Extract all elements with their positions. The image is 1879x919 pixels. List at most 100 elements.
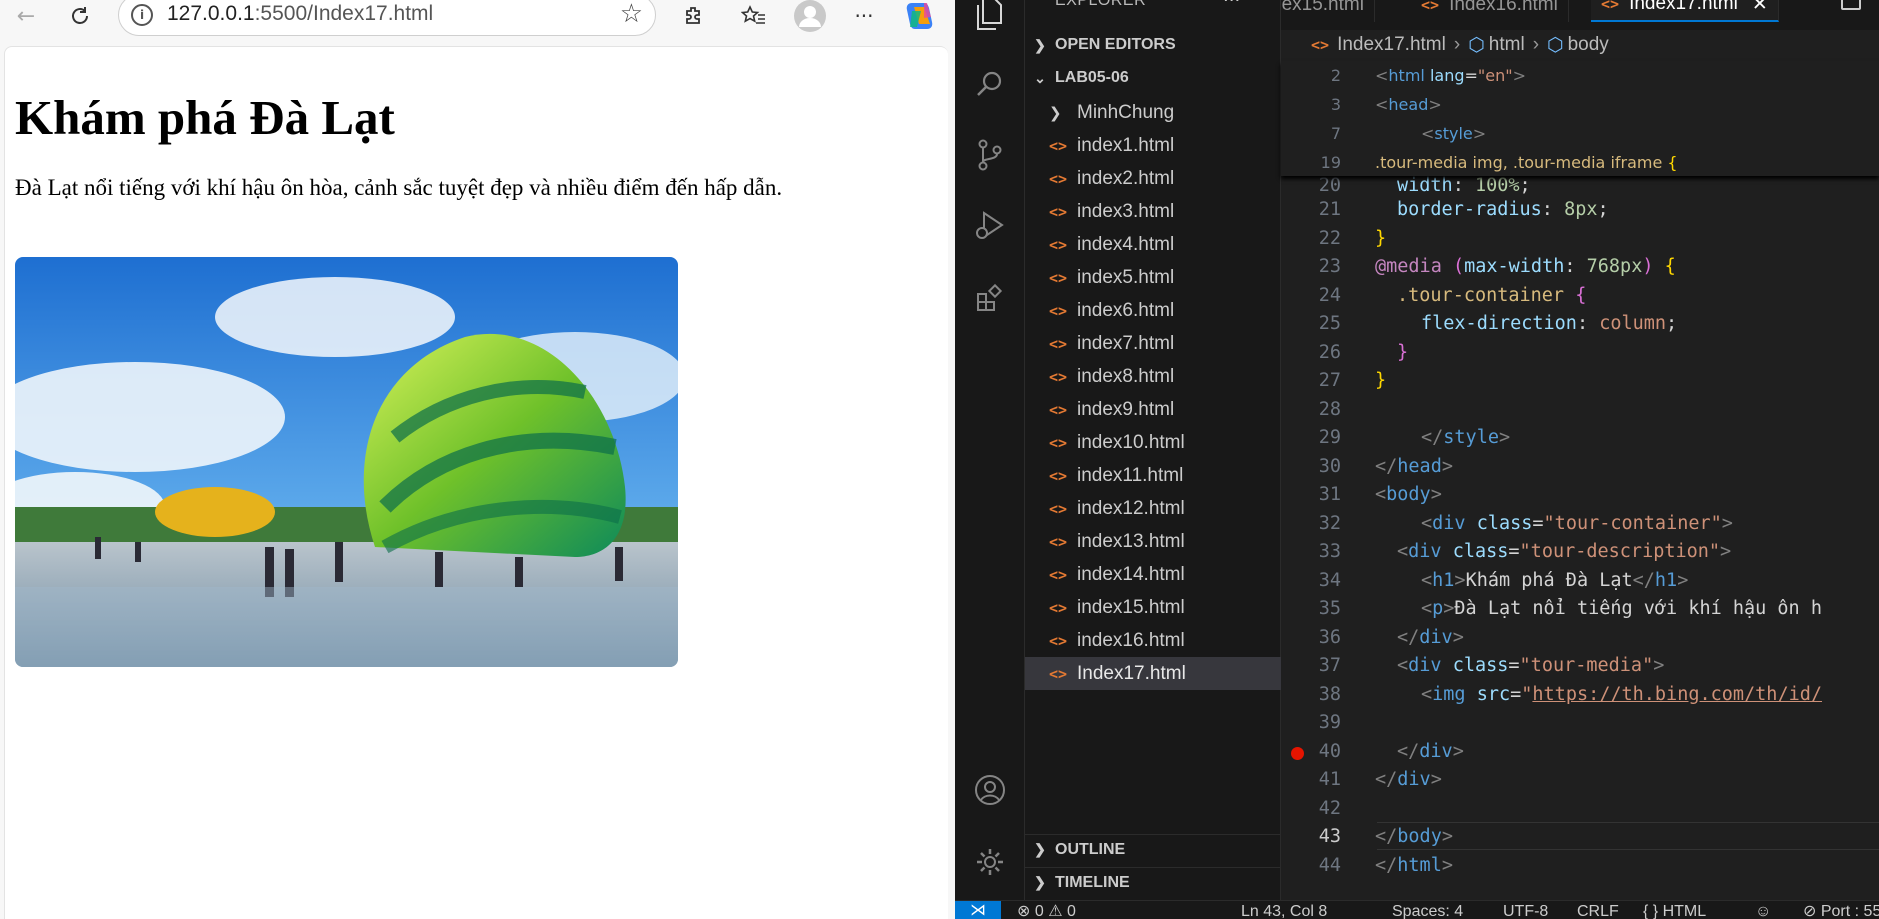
source-control-icon[interactable] <box>970 135 1010 175</box>
indentation[interactable]: Spaces: 4 <box>1392 901 1463 919</box>
html-file-icon: <> <box>1049 565 1068 584</box>
tab-label: dex15.html <box>1281 0 1364 15</box>
vscode-window: EXPLORER ··· ❯ OPEN EDITORS ⌄ LAB05-06 ❯ Mi… <box>955 0 1879 919</box>
file-name: index14.html <box>1077 563 1185 585</box>
html-file-icon: <> <box>1049 136 1068 155</box>
html-file-icon: <> <box>1049 433 1068 452</box>
site-info-icon[interactable]: i <box>131 4 153 26</box>
editor-tabs: dex15.html <> Index16.html <> Index17.html… <box>1281 0 1879 30</box>
html-file-icon: <> <box>1049 202 1068 221</box>
html-file-icon: <> <box>1049 235 1068 254</box>
extensions-view-icon[interactable] <box>970 278 1010 318</box>
file-name: index2.html <box>1077 167 1175 189</box>
copilot-status-icon[interactable]: ☺ <box>1755 901 1771 919</box>
explorer-file-item[interactable]: <> index3.html <box>1025 195 1281 228</box>
dalat-flower-dome-image <box>15 257 678 667</box>
tab-label: Index17.html <box>1629 0 1738 14</box>
line-ending[interactable]: CRLF <box>1577 901 1619 919</box>
breadcrumb-body[interactable]: body <box>1568 34 1609 56</box>
explorer-file-item[interactable]: <> index5.html <box>1025 261 1281 294</box>
explorer-file-item[interactable]: <> index16.html <box>1025 624 1281 657</box>
folder-label: MinhChung <box>1077 101 1175 123</box>
warning-count: 0 <box>1067 903 1076 919</box>
problems-indicator[interactable]: ⊗ 0 ⚠ 0 <box>1017 901 1076 919</box>
explorer-file-item[interactable]: <> index4.html <box>1025 228 1281 261</box>
accounts-icon[interactable] <box>970 770 1010 810</box>
file-name: index15.html <box>1077 596 1185 618</box>
timeline-label: TIMELINE <box>1055 873 1130 891</box>
more-menu-icon[interactable]: ··· <box>844 0 884 32</box>
tab-label: Index16.html <box>1449 0 1558 15</box>
no-entry-icon: ⊘ <box>1803 903 1817 919</box>
outline-section[interactable]: ❯ OUTLINE <box>1025 834 1281 864</box>
file-name: Index17.html <box>1077 662 1186 684</box>
cursor-position[interactable]: Ln 43, Col 8 <box>1241 901 1327 919</box>
extensions-icon[interactable] <box>674 0 714 32</box>
tab-index16[interactable]: <> Index16.html <box>1411 0 1569 22</box>
explorer-file-item[interactable]: <> index11.html <box>1025 459 1281 492</box>
port-label: Port : 5500 <box>1820 903 1879 919</box>
chevron-right-icon: ❯ <box>1034 36 1046 53</box>
breadcrumb: <> Index17.html › ⬡ html › ⬡ body <box>1281 30 1879 60</box>
split-editor-icon[interactable] <box>1841 0 1861 10</box>
live-server-port[interactable]: ⊘ Port : 5500 <box>1803 901 1879 919</box>
explorer-more-icon[interactable]: ··· <box>1223 0 1240 11</box>
file-name: index6.html <box>1077 299 1175 321</box>
profile-avatar-icon[interactable] <box>790 0 830 32</box>
explorer-file-item[interactable]: <> index14.html <box>1025 558 1281 591</box>
explorer-file-item[interactable]: <> index6.html <box>1025 294 1281 327</box>
explorer-icon[interactable] <box>970 0 1010 34</box>
breadcrumb-file[interactable]: Index17.html <box>1337 34 1446 56</box>
timeline-section[interactable]: ❯ TIMELINE <box>1025 867 1281 897</box>
html-file-icon: <> <box>1049 532 1068 551</box>
settings-gear-icon[interactable] <box>970 842 1010 882</box>
explorer-file-item[interactable]: <> index15.html <box>1025 591 1281 624</box>
back-arrow-icon[interactable]: ← <box>6 0 46 32</box>
braces-icon: { } <box>1643 903 1659 919</box>
explorer-file-item[interactable]: <> index13.html <box>1025 525 1281 558</box>
favorite-star-icon[interactable]: ☆ <box>620 0 643 29</box>
tab-index17[interactable]: <> Index17.html ✕ <box>1591 0 1779 22</box>
explorer-file-item[interactable]: <> index8.html <box>1025 360 1281 393</box>
explorer-file-item[interactable]: <> index12.html <box>1025 492 1281 525</box>
explorer-file-item[interactable]: <> index7.html <box>1025 327 1281 360</box>
remote-indicator-icon[interactable]: ⋊ <box>955 901 1001 919</box>
html-file-icon: <> <box>1049 499 1068 518</box>
chevron-right-icon: ❯ <box>1034 841 1046 857</box>
language-mode[interactable]: { } HTML <box>1643 901 1706 919</box>
folder-minhchung[interactable]: ❯ MinhChung <box>1025 96 1281 129</box>
copilot-icon[interactable] <box>900 0 940 32</box>
refresh-icon[interactable] <box>60 0 100 32</box>
breadcrumb-html[interactable]: html <box>1489 34 1525 56</box>
code-lines[interactable]: 20 width: 100%; 21 border-radius: 8px; 22}… <box>1281 61 1879 891</box>
file-name: index13.html <box>1077 530 1185 552</box>
error-count: 0 <box>1034 903 1044 919</box>
html-file-icon: <> <box>1601 0 1620 13</box>
html-file-icon: <> <box>1421 0 1440 14</box>
language-label: HTML <box>1662 903 1707 919</box>
file-name: index1.html <box>1077 134 1175 156</box>
favorites-icon[interactable] <box>734 0 774 32</box>
explorer-file-item[interactable]: <> index1.html <box>1025 129 1281 162</box>
explorer-file-item[interactable]: <> index9.html <box>1025 393 1281 426</box>
close-tab-icon[interactable]: ✕ <box>1752 0 1768 16</box>
explorer-sidebar: EXPLORER ··· ❯ OPEN EDITORS ⌄ LAB05-06 ❯ Mi… <box>1025 0 1281 900</box>
code-editor: dex15.html <> Index16.html <> Index17.html… <box>1281 0 1879 900</box>
html-file-icon: <> <box>1049 169 1068 188</box>
encoding[interactable]: UTF-8 <box>1503 901 1548 919</box>
file-name: index10.html <box>1077 431 1185 453</box>
address-bar[interactable]: i 127.0.0.1:5500/Index17.html ☆ <box>118 0 656 36</box>
file-name: index4.html <box>1077 233 1175 255</box>
html-file-icon: <> <box>1049 367 1068 386</box>
html-file-icon: <> <box>1311 36 1330 54</box>
search-icon[interactable] <box>970 64 1010 104</box>
explorer-file-item[interactable]: <> index10.html <box>1025 426 1281 459</box>
tab-index15[interactable]: dex15.html <box>1281 0 1375 22</box>
html-file-icon: <> <box>1049 631 1068 650</box>
explorer-file-item[interactable]: <> Index17.html <box>1025 657 1281 690</box>
sticky-scroll: 2 <html lang="en"> 3 <head> 7 <style> 19 .to… <box>1281 61 1879 176</box>
explorer-file-item[interactable]: <> index2.html <box>1025 162 1281 195</box>
open-editors-section[interactable]: ❯ OPEN EDITORS <box>1025 30 1281 60</box>
run-debug-icon[interactable] <box>970 205 1010 245</box>
project-folder-section[interactable]: ⌄ LAB05-06 <box>1025 63 1281 93</box>
